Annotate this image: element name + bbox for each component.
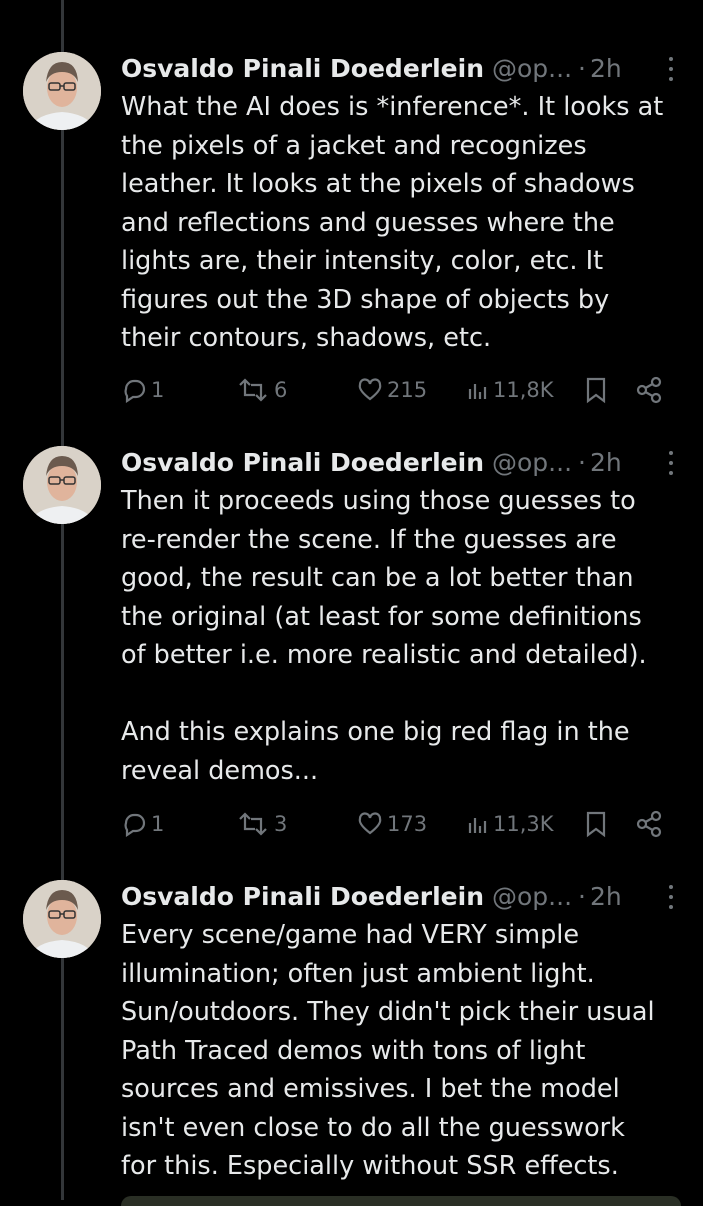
reply-button[interactable]: 1 [121, 372, 164, 408]
author-name[interactable]: Osvaldo Pinali Doederlein [121, 882, 484, 911]
bookmark-icon [586, 377, 606, 404]
avatar[interactable] [23, 446, 101, 524]
timestamp[interactable]: 2h [590, 448, 622, 477]
like-count: 173 [387, 812, 428, 836]
bookmark-button[interactable] [583, 806, 609, 842]
repost-icon [239, 812, 267, 836]
separator-dot: · [578, 447, 586, 477]
share-icon [636, 376, 662, 404]
tweet-header: Osvaldo Pinali Doederlein @op... · 2h [121, 878, 681, 914]
avatar[interactable] [23, 52, 101, 130]
like-button[interactable]: 215 [357, 372, 427, 408]
avatar-image [23, 880, 101, 958]
repost-count: 6 [274, 378, 288, 402]
action-bar: 1 6 215 11,8K [121, 372, 681, 408]
views-button[interactable]: 11,3K [467, 806, 554, 842]
like-count: 215 [387, 378, 428, 402]
media-preview-edge[interactable] [121, 1196, 681, 1206]
author-handle[interactable]: @op... [492, 448, 572, 477]
share-button[interactable] [635, 806, 663, 842]
previous-actions-icons [0, 0, 703, 14]
author-name[interactable]: Osvaldo Pinali Doederlein [121, 448, 484, 477]
views-icon [468, 384, 487, 399]
reply-count: 1 [151, 378, 165, 402]
tweet-text: Then it proceeds using those guesses to … [121, 486, 647, 786]
tweet-text: Every scene/game had VERY simple illumin… [121, 920, 655, 1181]
avatar-image [23, 446, 101, 524]
timestamp[interactable]: 2h [590, 54, 622, 83]
reply-icon [124, 379, 146, 403]
bookmark-button[interactable] [583, 372, 609, 408]
share-icon [636, 810, 662, 838]
reply-icon [124, 813, 146, 837]
more-icon[interactable] [667, 882, 675, 912]
author-name[interactable]: Osvaldo Pinali Doederlein [121, 54, 484, 83]
avatar-image [23, 52, 101, 130]
share-button[interactable] [635, 372, 663, 408]
views-icon [468, 818, 487, 833]
reply-count: 1 [151, 812, 165, 836]
author-handle[interactable]: @op... [492, 54, 572, 83]
timestamp[interactable]: 2h [590, 882, 622, 911]
repost-button[interactable]: 3 [236, 806, 287, 842]
separator-dot: · [578, 881, 586, 911]
tweet-text: What the AI does is *inference*. It look… [121, 92, 664, 353]
tweet-header: Osvaldo Pinali Doederlein @op... · 2h [121, 444, 681, 480]
more-icon[interactable] [667, 448, 675, 478]
thread-line [61, 0, 64, 1200]
repost-icon [239, 378, 267, 402]
like-button[interactable]: 173 [357, 806, 427, 842]
reply-button[interactable]: 1 [121, 806, 164, 842]
bookmark-icon [586, 811, 606, 838]
separator-dot: · [578, 53, 586, 83]
heart-icon [358, 812, 382, 835]
repost-button[interactable]: 6 [236, 372, 287, 408]
repost-count: 3 [274, 812, 288, 836]
views-count: 11,3K [493, 812, 554, 836]
views-count: 11,8K [493, 378, 554, 402]
views-button[interactable]: 11,8K [467, 372, 554, 408]
tweet-header: Osvaldo Pinali Doederlein @op... · 2h [121, 50, 681, 86]
action-bar: 1 3 173 11,3K [121, 806, 681, 842]
previous-tweet-actions [0, 0, 703, 14]
more-icon[interactable] [667, 54, 675, 84]
heart-icon [358, 378, 382, 401]
author-handle[interactable]: @op... [492, 882, 572, 911]
avatar[interactable] [23, 880, 101, 958]
